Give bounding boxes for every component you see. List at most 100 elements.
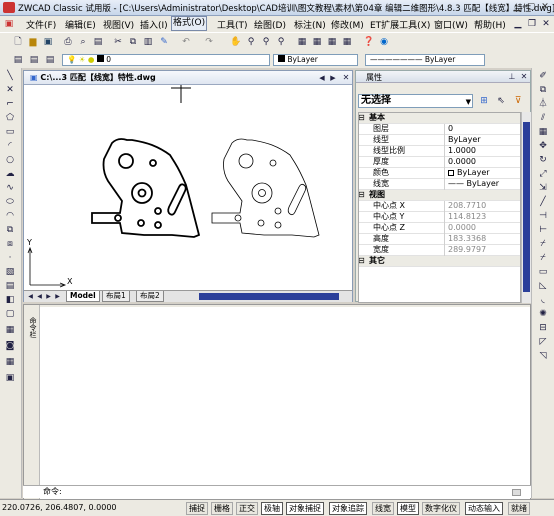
status-toggle[interactable]: 线宽	[372, 502, 394, 515]
properties-scrollbar[interactable]	[521, 112, 531, 303]
status-toggle[interactable]: 对象捕捉	[286, 502, 324, 515]
tab-layout2[interactable]: 布局2	[136, 291, 164, 302]
break-at-point-icon[interactable]: ⌿	[537, 252, 549, 264]
design-center-icon[interactable]: ▦	[311, 36, 323, 48]
color-select[interactable]: ByLayer	[273, 54, 358, 66]
copy-icon[interactable]: ⧉	[127, 36, 139, 48]
array-icon[interactable]: ▦	[537, 126, 549, 138]
horizontal-scrollbar[interactable]	[199, 293, 339, 300]
explode-icon[interactable]: ✺	[537, 308, 549, 320]
collapse-icon[interactable]: ⊟	[359, 256, 365, 266]
command-scroll-handle[interactable]	[512, 489, 521, 496]
circle-icon[interactable]: ○	[4, 154, 16, 166]
hatch-icon[interactable]: ▧	[4, 266, 16, 278]
edit-spline-icon[interactable]: ◹	[537, 350, 549, 362]
gradient-icon[interactable]: ▤	[4, 280, 16, 292]
fillet-icon[interactable]: ◟	[537, 294, 549, 306]
tab-layout1[interactable]: 布局1	[102, 291, 130, 302]
edit-polyline-icon[interactable]: ◸	[537, 336, 549, 348]
property-row[interactable]: 高度 183.3368	[359, 234, 520, 245]
property-row[interactable]: 线型比例 1.0000	[359, 146, 520, 157]
print-icon[interactable]: ⎙	[62, 36, 74, 48]
status-toggle[interactable]: 极轴	[261, 502, 283, 515]
scale-icon[interactable]: ⤢	[537, 168, 549, 180]
prev-layout-icon[interactable]: ◀	[35, 291, 44, 303]
spline-icon[interactable]: ∿	[4, 182, 16, 194]
layer-manager-icon[interactable]: ▤	[12, 54, 24, 66]
extend-icon[interactable]: ⊢	[537, 224, 549, 236]
collapse-icon[interactable]: ⊟	[359, 190, 365, 200]
save-icon[interactable]: ▣	[42, 36, 54, 48]
menu-help[interactable]: 帮助(H)	[474, 18, 506, 31]
paste-icon[interactable]: ▥	[142, 36, 154, 48]
polyline-icon[interactable]: ⌐	[4, 98, 16, 110]
tool-palette-icon[interactable]: ▦	[326, 36, 338, 48]
open-icon[interactable]: ▆	[27, 36, 39, 48]
property-row[interactable]: 颜色 ByLayer	[359, 168, 520, 179]
first-layout-icon[interactable]: ◀	[26, 291, 35, 303]
select-objects-icon[interactable]: ⇖	[495, 95, 507, 107]
zoom-realtime-icon[interactable]: ⚲	[245, 36, 257, 48]
mirror-icon[interactable]: ⏃	[537, 98, 549, 110]
line-icon[interactable]: ╲	[4, 70, 16, 82]
scroll-thumb[interactable]	[523, 122, 530, 292]
status-toggle[interactable]: 动态输入	[465, 502, 503, 515]
revcloud-icon[interactable]: ☁	[4, 168, 16, 180]
ellipse-icon[interactable]: ⬭	[4, 196, 16, 208]
boundary-icon[interactable]: ▦	[4, 324, 16, 336]
new-icon[interactable]: 🗋	[12, 36, 24, 48]
property-category[interactable]: ⊟ 视图	[359, 190, 520, 201]
property-row[interactable]: 中心点 Y 114.8123	[359, 212, 520, 223]
image-icon[interactable]: ▣	[4, 372, 16, 384]
copy-object-icon[interactable]: ⧉	[537, 84, 549, 96]
menu-file[interactable]: 文件(F)	[26, 18, 56, 31]
property-row[interactable]: 中心点 Z 0.0000	[359, 223, 520, 234]
command-splitter[interactable]	[40, 305, 530, 307]
lengthen-icon[interactable]: ╱	[537, 196, 549, 208]
close-button[interactable]: ✕	[538, 2, 552, 13]
last-layout-icon[interactable]: ▶	[53, 291, 62, 303]
cut-icon[interactable]: ✂	[112, 36, 124, 48]
menu-window[interactable]: 窗口(W)	[434, 18, 468, 31]
properties-icon[interactable]: ▦	[296, 36, 308, 48]
command-line[interactable]: 命令:	[23, 485, 531, 498]
match-properties-icon[interactable]: ✎	[158, 36, 170, 48]
print-preview-icon[interactable]: ⌕	[77, 36, 89, 48]
property-row[interactable]: 厚度 0.0000	[359, 157, 520, 168]
construction-line-icon[interactable]: ✕	[4, 84, 16, 96]
move-icon[interactable]: ✥	[537, 140, 549, 152]
status-toggle[interactable]: 捕捉	[186, 502, 208, 515]
menu-modify[interactable]: 修改(M)	[331, 18, 364, 31]
trim-icon[interactable]: ⊣	[537, 210, 549, 222]
table-icon[interactable]: ▦	[4, 356, 16, 368]
property-row[interactable]: 线型 ByLayer	[359, 135, 520, 146]
status-toggle[interactable]: 数字化仪	[422, 502, 460, 515]
menu-format[interactable]: 格式(O)	[171, 16, 208, 31]
property-row[interactable]: 线宽 —— ByLayer	[359, 179, 520, 190]
menu-draw[interactable]: 绘图(D)	[254, 18, 286, 31]
arc-icon[interactable]: ◜	[4, 140, 16, 152]
doc-minimize-button[interactable]: ▁	[512, 18, 524, 30]
next-layout-icon[interactable]: ▶	[44, 291, 53, 303]
property-row[interactable]: 中心点 X 208.7710	[359, 201, 520, 212]
layer-select[interactable]: 💡 ☀ ● 0	[62, 54, 270, 66]
panel-close-icon[interactable]: ✕	[518, 71, 530, 83]
tab-close-icon[interactable]: ✕	[340, 72, 352, 84]
stretch-icon[interactable]: ⇲	[537, 182, 549, 194]
region-icon[interactable]: ◧	[4, 294, 16, 306]
property-category[interactable]: ⊟ 基本	[359, 113, 520, 124]
align-icon[interactable]: ⊟	[537, 322, 549, 334]
mtext-icon[interactable]: ◙	[4, 340, 16, 352]
redo-icon[interactable]: ↷	[203, 36, 215, 48]
layer-previous-icon[interactable]: ▤	[44, 54, 56, 66]
pin-icon[interactable]: ⊥	[506, 71, 518, 83]
break-icon[interactable]: ⌿	[537, 238, 549, 250]
model-canvas[interactable]: Y X	[24, 85, 350, 290]
selection-dropdown[interactable]: 无选择 ▼	[358, 94, 473, 108]
property-category[interactable]: ⊟ 其它	[359, 256, 520, 267]
chamfer-icon[interactable]: ◺	[537, 280, 549, 292]
tab-next-icon[interactable]: ▶	[327, 72, 339, 84]
property-row[interactable]: 图层 0	[359, 124, 520, 135]
menu-dimension[interactable]: 标注(N)	[294, 18, 326, 31]
doc-restore-button[interactable]: ❐	[526, 18, 538, 30]
